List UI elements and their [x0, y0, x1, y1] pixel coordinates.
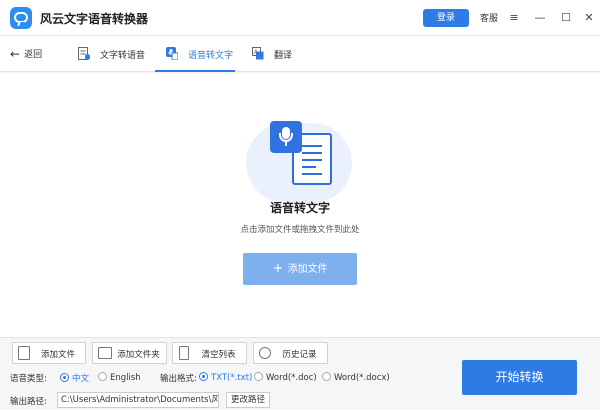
output-path-field[interactable]: C:\Users\Administrator\Documents\风云文	[57, 392, 219, 408]
options-row: 语音类型: 中文 English 输出格式: TXT(*.txt) Word(*…	[10, 372, 450, 384]
clear-list-button[interactable]: 清空列表	[172, 342, 247, 364]
add-file-label: 添加文件	[287, 264, 328, 275]
radio-icon	[322, 372, 331, 381]
tab-text-to-speech[interactable]: 文字转语音	[78, 36, 148, 72]
radio-icon	[254, 372, 263, 381]
radio-selected-icon	[199, 372, 208, 381]
output-path-label: 输出路径:	[10, 397, 47, 407]
app-logo-icon	[10, 7, 32, 29]
format-doc-radio[interactable]: Word(*.doc)	[254, 372, 317, 383]
change-path-button[interactable]: 更改路径	[226, 392, 270, 408]
tab-label: 翻译	[274, 51, 293, 61]
radio-label: TXT(*.txt)	[211, 373, 253, 383]
close-icon[interactable]: ✕	[580, 9, 598, 27]
start-conversion-button[interactable]: 开始转换	[462, 360, 577, 395]
menu-icon[interactable]: ≡	[505, 9, 523, 27]
customer-service-link[interactable]: 客服	[480, 11, 498, 24]
plus-icon: +	[272, 261, 284, 276]
radio-label: Word(*.doc)	[266, 373, 317, 383]
drop-hint: 点击添加文件或拖拽文件到此处	[240, 225, 360, 235]
radio-label: 中文	[72, 374, 90, 384]
page-title: 语音转文字	[269, 201, 330, 215]
radio-label: English	[110, 373, 141, 383]
format-docx-radio[interactable]: Word(*.docx)	[322, 372, 390, 383]
bottom-panel: 添加文件 添加文件夹 清空列表 历史记录 语音类型: 中文 English 输出…	[0, 337, 600, 410]
file-drop-area[interactable]: 语音转文字 点击添加文件或拖拽文件到此处 + 添加文件	[0, 73, 600, 337]
back-arrow-icon: ←	[10, 47, 21, 61]
radio-label: Word(*.docx)	[334, 373, 390, 383]
minimize-icon[interactable]: —	[531, 9, 549, 27]
voice-type-label: 语音类型:	[10, 374, 47, 384]
back-label: 返回	[24, 50, 43, 60]
format-txt-radio[interactable]: TXT(*.txt)	[199, 372, 252, 383]
tab-label: 语音转文字	[188, 51, 234, 61]
output-format-label: 输出格式:	[160, 374, 197, 384]
button-label: 添加文件	[40, 350, 75, 360]
toolbar-add-folder-button[interactable]: 添加文件夹	[92, 342, 167, 364]
voice-type-english-radio[interactable]: English	[98, 372, 141, 383]
active-tab-indicator	[155, 70, 235, 72]
voice-type-chinese-radio[interactable]: 中文	[60, 372, 89, 384]
tab-translate[interactable]: A 翻译	[252, 36, 292, 72]
back-button[interactable]: ← 返回	[10, 47, 42, 61]
tab-label: 文字转语音	[100, 51, 146, 61]
history-button[interactable]: 历史记录	[253, 342, 328, 364]
toolbar-add-file-button[interactable]: 添加文件	[12, 342, 86, 364]
tab-speech-to-text[interactable]: 语音转文字	[166, 36, 236, 72]
button-label: 添加文件夹	[117, 350, 160, 360]
microphone-icon	[166, 47, 178, 60]
login-button[interactable]: 登录	[423, 9, 469, 27]
translate-icon: A	[252, 47, 264, 60]
maximize-icon[interactable]: ☐	[557, 9, 575, 27]
radio-icon	[98, 372, 107, 381]
nav-tab-bar: ← 返回 文字转语音 语音转文字 A 翻译	[0, 36, 600, 72]
title-bar: 风云文字语音转换器 登录 客服 ≡ — ☐ ✕	[0, 0, 600, 36]
microphone-icon	[270, 121, 302, 153]
text-to-speech-icon	[78, 47, 90, 60]
app-title: 风云文字语音转换器	[40, 12, 149, 26]
speech-to-text-illustration	[246, 109, 356, 209]
radio-selected-icon	[60, 373, 69, 382]
add-file-button[interactable]: + 添加文件	[243, 253, 357, 285]
button-label: 历史记录	[282, 350, 317, 360]
button-label: 清空列表	[201, 350, 236, 360]
